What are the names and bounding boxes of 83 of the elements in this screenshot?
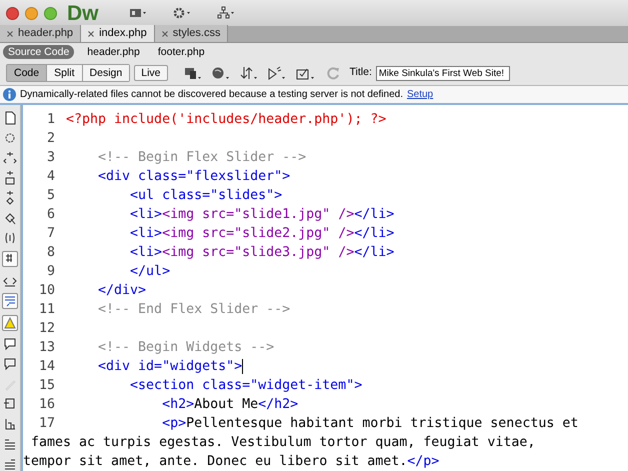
code-text: </h2>	[258, 396, 298, 414]
line-number: 11	[38, 301, 55, 319]
line-number: 1	[46, 111, 55, 129]
related-file[interactable]: footer.php	[152, 45, 210, 59]
code-text: <h2>	[161, 396, 194, 414]
line-number: 14	[38, 358, 55, 376]
view-button[interactable]: Design	[82, 65, 130, 81]
coding-tool-icon[interactable]	[2, 151, 18, 165]
line-number: 15	[38, 377, 55, 395]
coding-tool-icon[interactable]	[2, 251, 18, 267]
minimize-window-icon[interactable]	[25, 6, 38, 20]
code-text: Pellentesque habitant morbi tristique senectus et	[186, 415, 578, 433]
line-number: 13	[38, 339, 55, 357]
multiscreen-icon[interactable]	[184, 66, 202, 80]
code-text: </p>	[407, 453, 440, 471]
line-number: 5	[46, 187, 55, 205]
line-number: 3	[46, 149, 55, 167]
code-text: <img src="slide2.jpg" />	[162, 225, 354, 243]
setup-link[interactable]: Setup	[406, 87, 434, 102]
code-text: About Me	[194, 396, 258, 414]
layout-icon[interactable]	[128, 6, 148, 20]
close-tab-icon[interactable]	[162, 30, 168, 36]
code-text: </ul>	[129, 263, 170, 281]
coding-tool-icon[interactable]	[2, 357, 18, 371]
code-text: </div>	[97, 282, 146, 300]
line-number: 10	[38, 282, 55, 300]
preview-icon[interactable]	[268, 66, 286, 80]
code-text: <div class="flexslider">	[97, 168, 290, 186]
site-hierarchy-icon[interactable]	[216, 6, 236, 20]
view-button[interactable]: Split	[46, 65, 82, 81]
line-number: 9	[46, 263, 55, 281]
view-button[interactable]: Code	[7, 65, 46, 81]
coding-tool-icon[interactable]	[2, 293, 18, 309]
info-message: Dynamically-related files cannot be discovered because a testing server is not defined.	[20, 88, 403, 102]
code-text: <!-- Begin Flex Slider -->	[97, 149, 306, 167]
code-text: <p>	[161, 415, 186, 433]
line-number: 6	[46, 206, 55, 224]
document-tab[interactable]: header.php	[0, 25, 82, 42]
line-number: 8	[46, 244, 55, 262]
code-text: <img src="slide1.jpg" />	[162, 206, 354, 224]
close-window-icon[interactable]	[6, 6, 19, 20]
coding-tool-icon[interactable]	[2, 337, 18, 351]
document-tab[interactable]: index.php	[81, 25, 155, 42]
code-text: <section class="widget-item">	[129, 377, 362, 395]
line-number: 7	[46, 225, 55, 243]
settings-icon[interactable]	[172, 6, 192, 20]
related-file[interactable]: header.php	[82, 45, 145, 59]
code-text: <li>	[129, 206, 162, 224]
code-text: fames ac turpis egestas. Vestibulum tortor quam, feugiat vitae,	[30, 434, 536, 452]
tab-label: index.php	[99, 26, 147, 42]
code-text: <li>	[129, 244, 162, 262]
code-text: <div id="widgets">	[97, 358, 242, 376]
code-text: tempor sit amet, ante. Donec eu libero sit amet.	[23, 453, 408, 471]
line-number: 4	[46, 168, 55, 186]
code-text: </li>	[354, 225, 394, 243]
title-label: Title:	[350, 65, 372, 80]
code-text: </li>	[354, 244, 394, 262]
close-tab-icon[interactable]	[88, 30, 94, 36]
tab-label: header.php	[18, 26, 74, 42]
code-text: <!-- End Flex Slider -->	[97, 301, 290, 319]
coding-tool-icon[interactable]	[2, 457, 18, 471]
coding-tool-icon[interactable]	[2, 437, 18, 451]
line-number: 16	[38, 396, 55, 414]
line-number: 2	[46, 130, 55, 148]
code-text: <!-- Begin Widgets -->	[97, 339, 274, 357]
close-tab-icon[interactable]	[7, 30, 13, 36]
tab-label: styles.css	[172, 26, 220, 42]
app-logo: Dw	[67, 2, 98, 24]
globe-icon[interactable]	[212, 66, 230, 80]
title-field[interactable]: Mike Sinkula's First Web Site!	[376, 66, 510, 80]
code-text: </li>	[354, 206, 394, 224]
code-text: <li>	[129, 225, 162, 243]
code-text: <?php include('includes/header.php'); ?>	[66, 111, 386, 129]
line-number: 17	[38, 415, 55, 433]
live-button[interactable]: Live	[134, 65, 168, 81]
validate-icon[interactable]	[296, 66, 316, 80]
related-file[interactable]: Source Code	[3, 45, 74, 59]
line-number: 12	[38, 320, 55, 338]
zoom-window-icon[interactable]	[44, 6, 57, 20]
document-tab[interactable]: styles.css	[154, 25, 228, 42]
code-text: <ul class="slides">	[129, 187, 282, 205]
code-text: <img src="slide3.jpg" />	[162, 244, 354, 262]
transfer-arrows-icon[interactable]	[240, 66, 258, 80]
